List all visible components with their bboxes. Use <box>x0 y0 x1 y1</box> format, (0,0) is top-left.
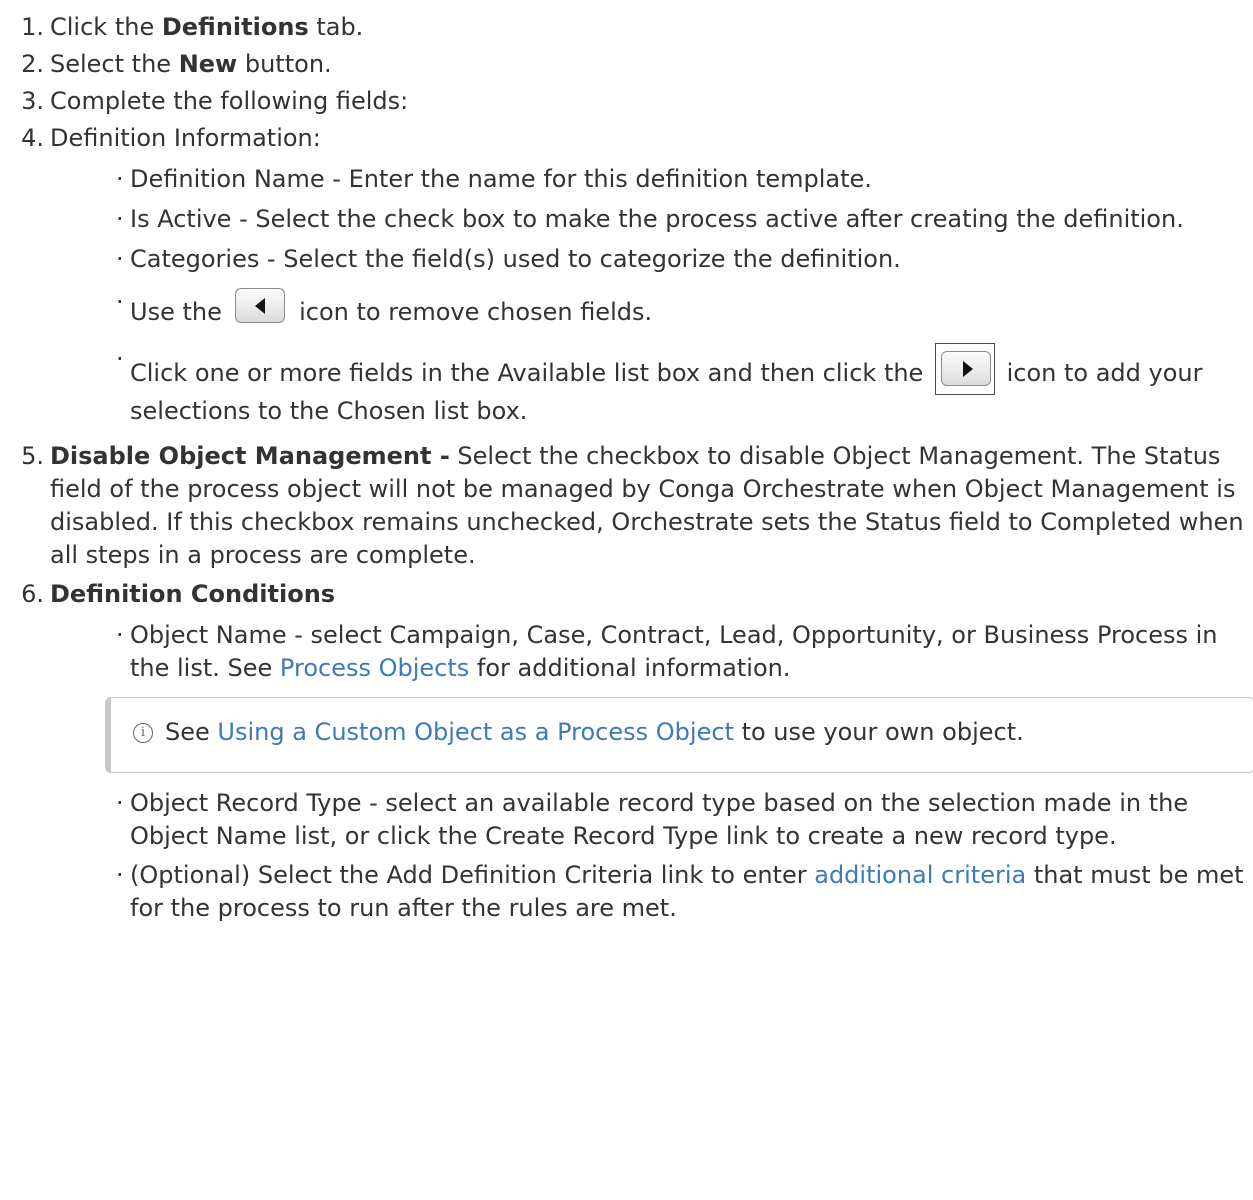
list-item: · Is Active - Select the check box to ma… <box>0 203 1253 236</box>
definition-conditions-list-cont: · Object Record Type - select an availab… <box>0 787 1253 925</box>
bullet: · <box>116 205 124 233</box>
definition-conditions-label: Definition Conditions <box>50 580 336 608</box>
move-right-icon <box>934 343 995 395</box>
bullet: · <box>116 861 124 889</box>
item-text: Definition Name - Enter the name for thi… <box>130 165 872 193</box>
step-1: 1. Click the Definitions tab. <box>0 11 1253 44</box>
note-text-pre: See <box>165 718 218 746</box>
item-text: Click one or more fields in the Availabl… <box>130 359 931 387</box>
bullet: · <box>116 345 124 373</box>
item-text: Is Active - Select the check box to make… <box>130 205 1184 233</box>
item-text: Use the <box>130 298 230 326</box>
step-number: 1. <box>21 13 44 41</box>
list-item: · Categories - Select the field(s) used … <box>0 243 1253 276</box>
step-text: Complete the following fields: <box>50 87 409 115</box>
step-number: 3. <box>21 87 44 115</box>
list-item: · Click one or more fields in the Availa… <box>0 343 1253 428</box>
list-item: · (Optional) Select the Add Definition C… <box>0 859 1253 925</box>
process-objects-link[interactable]: Process Objects <box>280 654 469 682</box>
step-number: 6. <box>21 580 44 608</box>
disable-object-management-label: Disable Object Management - <box>50 442 450 470</box>
list-item: · Object Name - select Campaign, Case, C… <box>0 619 1253 685</box>
step-number: 5. <box>21 442 44 470</box>
steps-list: 1. Click the Definitions tab. 2. Select … <box>0 11 1253 925</box>
step-6: 6. Definition Conditions · Object Name -… <box>0 578 1253 925</box>
info-icon: i <box>133 723 153 743</box>
step-4: 4. Definition Information: · Definition … <box>0 122 1253 428</box>
new-button-label: New <box>178 50 238 78</box>
step-3: 3. Complete the following fields: <box>0 85 1253 118</box>
note-text: See Using a Custom Object as a Process O… <box>165 717 1024 747</box>
step-text: Definition Information: <box>50 124 321 152</box>
step-2: 2. Select the New button. <box>0 48 1253 81</box>
item-text: icon to remove chosen fields. <box>291 298 653 326</box>
step-text: button. <box>237 50 332 78</box>
list-item: · Use the icon to remove chosen fields. <box>0 286 1253 329</box>
step-text: tab. <box>308 13 364 41</box>
step-text: Click the <box>50 13 162 41</box>
item-text: Categories - Select the field(s) used to… <box>130 245 901 273</box>
additional-criteria-link[interactable]: additional criteria <box>814 861 1026 889</box>
bullet: · <box>116 165 124 193</box>
list-item: · Object Record Type - select an availab… <box>0 787 1253 853</box>
bullet: · <box>116 288 124 316</box>
step-5: 5. Disable Object Management - Select th… <box>0 440 1253 572</box>
item-text: (Optional) Select the Add Definition Cri… <box>130 861 815 889</box>
custom-object-link[interactable]: Using a Custom Object as a Process Objec… <box>217 718 734 746</box>
bullet: · <box>116 789 124 817</box>
info-note: i See Using a Custom Object as a Process… <box>105 697 1253 773</box>
step-text: Select the <box>50 50 179 78</box>
definition-conditions-list: · Object Name - select Campaign, Case, C… <box>0 619 1253 685</box>
bullet: · <box>116 621 124 649</box>
definition-information-list: · Definition Name - Enter the name for t… <box>0 163 1253 428</box>
step-number: 2. <box>21 50 44 78</box>
move-left-icon <box>233 286 287 324</box>
definitions-tab-label: Definitions <box>161 13 309 41</box>
bullet: · <box>116 245 124 273</box>
note-text-post: to use your own object. <box>733 718 1024 746</box>
item-text: Object Record Type - select an available… <box>130 789 1189 850</box>
document-body: 1. Click the Definitions tab. 2. Select … <box>0 0 1253 925</box>
item-text: for additional information. <box>469 654 791 682</box>
step-number: 4. <box>21 124 44 152</box>
list-item: · Definition Name - Enter the name for t… <box>0 163 1253 196</box>
